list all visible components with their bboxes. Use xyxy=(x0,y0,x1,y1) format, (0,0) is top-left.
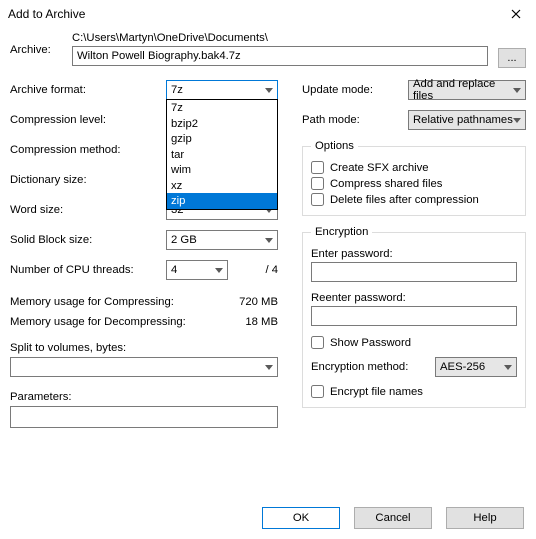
mem-compressing-label: Memory usage for Compressing: xyxy=(10,296,174,308)
close-icon xyxy=(511,9,521,19)
archive-format-dropdown: 7z bzip2 gzip tar wim xz zip xyxy=(166,99,278,210)
archive-format-combo[interactable]: 7z xyxy=(166,80,278,100)
mem-decompressing-value: 18 MB xyxy=(245,316,278,328)
archive-path-dir: C:\Users\Martyn\OneDrive\Documents\ xyxy=(72,32,488,44)
encryption-legend: Encryption xyxy=(311,226,372,238)
title-bar: Add to Archive xyxy=(0,0,536,28)
word-size-label: Word size: xyxy=(10,204,166,216)
encryption-method-label: Encryption method: xyxy=(311,361,425,373)
chevron-down-icon xyxy=(504,365,512,370)
chevron-down-icon xyxy=(265,238,273,243)
enter-password-label: Enter password: xyxy=(311,248,517,260)
button-bar: OK Cancel Help xyxy=(262,507,524,529)
help-button[interactable]: Help xyxy=(446,507,524,529)
update-mode-value: Add and replace files xyxy=(413,78,513,102)
chevron-down-icon xyxy=(513,118,521,123)
encrypt-filenames-checkbox[interactable]: Encrypt file names xyxy=(311,385,517,398)
format-option-tar[interactable]: tar xyxy=(167,147,277,163)
format-option-xz[interactable]: xz xyxy=(167,178,277,194)
solid-block-size-label: Solid Block size: xyxy=(10,234,166,246)
cpu-threads-combo[interactable]: 4 xyxy=(166,260,228,280)
encryption-group: Encryption Enter password: Reenter passw… xyxy=(302,226,526,408)
options-legend: Options xyxy=(311,140,358,152)
encryption-method-value: AES-256 xyxy=(440,361,485,373)
archive-format-label: Archive format: xyxy=(10,84,166,96)
solid-block-size-combo[interactable]: 2 GB xyxy=(166,230,278,250)
solid-block-size-value: 2 GB xyxy=(171,234,197,246)
ellipsis-icon: ... xyxy=(507,52,516,64)
options-group: Options Create SFX archive Compress shar… xyxy=(302,140,526,216)
mem-decompressing-label: Memory usage for Decompressing: xyxy=(10,316,186,328)
parameters-input[interactable] xyxy=(10,406,278,428)
format-option-zip[interactable]: zip xyxy=(167,193,277,209)
chevron-down-icon xyxy=(215,268,223,273)
update-mode-combo[interactable]: Add and replace files xyxy=(408,80,526,100)
mem-compressing-value: 720 MB xyxy=(239,296,278,308)
archive-filename-input[interactable] xyxy=(72,46,488,66)
update-mode-label: Update mode: xyxy=(302,84,408,96)
path-mode-value: Relative pathnames xyxy=(413,114,513,126)
compression-method-label: Compression method: xyxy=(10,144,166,156)
ok-button[interactable]: OK xyxy=(262,507,340,529)
cpu-threads-total: / 4 xyxy=(238,264,278,276)
create-sfx-checkbox[interactable]: Create SFX archive xyxy=(311,161,517,174)
split-volumes-label: Split to volumes, bytes: xyxy=(10,342,278,354)
chevron-down-icon xyxy=(513,88,521,93)
enter-password-input[interactable] xyxy=(311,262,517,282)
archive-label: Archive: xyxy=(10,32,72,56)
split-volumes-combo[interactable] xyxy=(10,357,278,377)
reenter-password-label: Reenter password: xyxy=(311,292,517,304)
delete-after-checkbox[interactable]: Delete files after compression xyxy=(311,193,517,206)
close-button[interactable] xyxy=(496,0,536,28)
window-title: Add to Archive xyxy=(8,7,85,21)
show-password-checkbox[interactable]: Show Password xyxy=(311,336,517,349)
cpu-threads-label: Number of CPU threads: xyxy=(10,264,166,276)
parameters-label: Parameters: xyxy=(10,391,278,403)
format-option-gzip[interactable]: gzip xyxy=(167,131,277,147)
cpu-threads-value: 4 xyxy=(171,264,177,276)
archive-format-value: 7z xyxy=(171,84,183,96)
cancel-button[interactable]: Cancel xyxy=(354,507,432,529)
compression-level-label: Compression level: xyxy=(10,114,166,126)
dictionary-size-label: Dictionary size: xyxy=(10,174,166,186)
compress-shared-checkbox[interactable]: Compress shared files xyxy=(311,177,517,190)
chevron-down-icon xyxy=(265,88,273,93)
reenter-password-input[interactable] xyxy=(311,306,517,326)
format-option-bzip2[interactable]: bzip2 xyxy=(167,116,277,132)
format-option-7z[interactable]: 7z xyxy=(167,100,277,116)
browse-button[interactable]: ... xyxy=(498,48,526,68)
path-mode-combo[interactable]: Relative pathnames xyxy=(408,110,526,130)
format-option-wim[interactable]: wim xyxy=(167,162,277,178)
encryption-method-combo[interactable]: AES-256 xyxy=(435,357,517,377)
path-mode-label: Path mode: xyxy=(302,114,408,126)
chevron-down-icon xyxy=(265,365,273,370)
